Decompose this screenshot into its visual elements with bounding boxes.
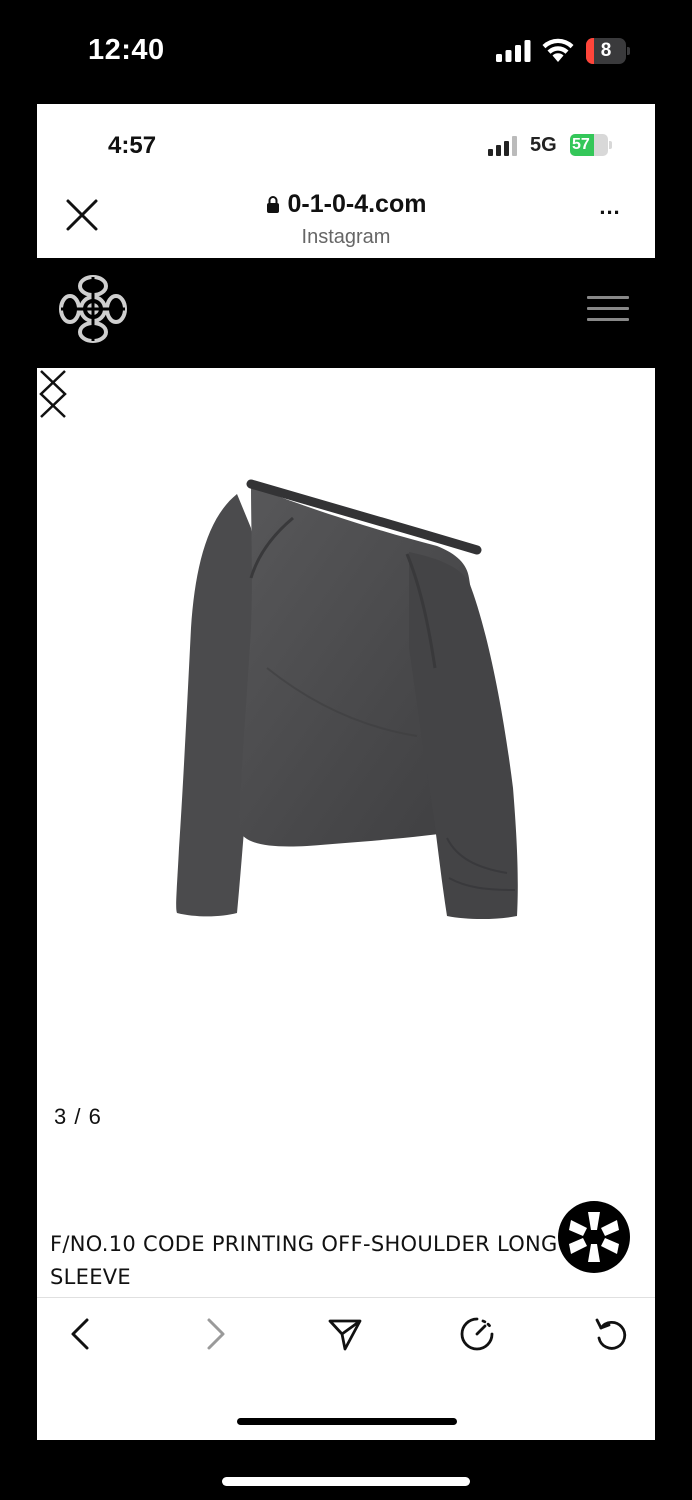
gallery-counter: 3 / 6 — [54, 1104, 102, 1129]
product-gallery[interactable]: 3 / 6 — [37, 368, 655, 1129]
cellular-signal-icon — [496, 40, 531, 62]
product-photo-off-shoulder-shirt — [176, 479, 518, 919]
chevron-right-icon[interactable] — [197, 1316, 233, 1352]
toolbar-divider — [37, 1297, 655, 1298]
reload-icon[interactable] — [593, 1316, 629, 1352]
outer-battery-indicator: 8 — [586, 38, 630, 64]
outer-status-bar: 12:40 8 — [0, 0, 692, 104]
gallery-next-arrow-icon[interactable] — [37, 368, 69, 420]
more-options-button[interactable]: ... — [593, 196, 627, 222]
chevron-left-icon[interactable] — [63, 1316, 99, 1352]
send-icon[interactable] — [327, 1316, 363, 1352]
url-display[interactable]: 0-1-0-4.com — [37, 190, 655, 219]
in-app-browser-bar: 0-1-0-4.com Instagram ... — [37, 174, 655, 258]
browser-source-label: Instagram — [301, 226, 391, 248]
outer-battery-level: 8 — [600, 40, 612, 61]
inner-screenshot: 4:57 5G 57 0-1-0-4.com Instagram ... 3 /… — [37, 104, 655, 1440]
browser-toolbar — [37, 1300, 655, 1380]
inner-battery-level: 57 — [572, 136, 590, 153]
inner-battery-indicator: 57 — [570, 134, 612, 156]
inner-status-time: 4:57 — [108, 132, 157, 159]
hamburger-menu-icon[interactable] — [587, 296, 629, 322]
outer-status-time: 12:40 — [88, 34, 165, 66]
brand-chat-badge-icon[interactable] — [557, 1200, 631, 1274]
wifi-icon — [542, 38, 574, 62]
url-text: 0-1-0-4.com — [287, 190, 427, 218]
timer-icon[interactable] — [459, 1316, 495, 1352]
inner-home-indicator — [237, 1418, 457, 1425]
home-indicator[interactable] — [222, 1477, 470, 1486]
product-title: F/NO.10 CODE PRINTING OFF-SHOULDER LONG … — [50, 1232, 558, 1289]
site-header — [37, 258, 655, 368]
brand-logo-icon[interactable] — [59, 274, 127, 344]
inner-signal-icon — [488, 136, 517, 156]
lock-icon — [266, 196, 279, 213]
inner-status-bar: 4:57 5G 57 — [37, 104, 655, 160]
inner-network-type: 5G — [530, 134, 557, 156]
